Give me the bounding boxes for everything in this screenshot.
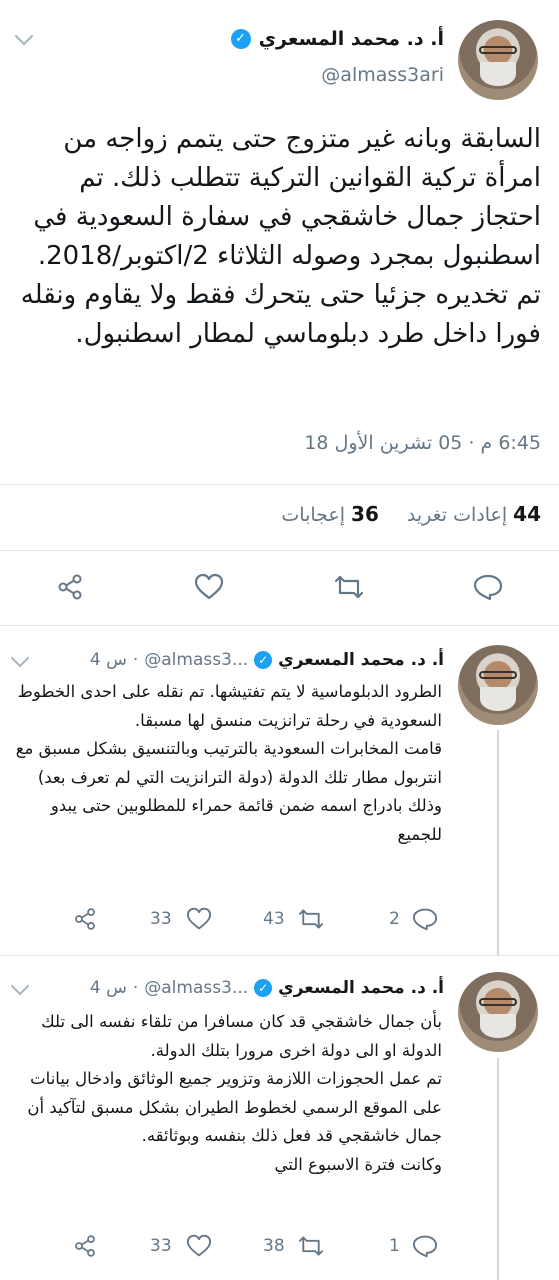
divider [0,550,559,551]
avatar[interactable] [458,20,538,100]
retweets-count[interactable]: 44 [513,502,541,526]
avatar-beard [480,686,516,711]
author-name: أ. د. محمد المسعري [258,28,444,50]
retweet-icon[interactable] [333,573,365,601]
tweet-stats: 44 إعادات تغريد 36 إعجابات [281,502,541,526]
like-icon[interactable] [186,1234,212,1258]
author-name: أ. د. محمد المسعري [278,978,444,998]
reply-count: 2 [389,909,400,929]
separator-dot: · [132,978,139,998]
retweet-icon[interactable] [297,1234,325,1258]
verified-icon: ✓ [254,979,273,997]
likes-label[interactable]: إعجابات [281,504,345,526]
verified-icon: ✓ [254,651,273,669]
author-handle[interactable]: @almass3ari [321,64,444,86]
reply-actions: 33 38 1 [0,1232,450,1262]
like-icon[interactable] [194,573,224,601]
retweet-count: 43 [263,909,285,929]
chevron-down-icon[interactable] [10,978,30,1002]
reply-icon[interactable] [412,907,438,931]
tweet-timestamp[interactable]: 6:45 م · 05 تشرين الأول 18 [304,432,541,454]
avatar[interactable] [458,972,538,1052]
author-handle: @almass3... [144,978,249,998]
author-name: أ. د. محمد المسعري [278,650,444,670]
main-author[interactable]: ✓ أ. د. محمد المسعري [230,28,444,50]
reply-time: 4 س [89,650,127,670]
chevron-down-icon[interactable] [14,28,34,52]
retweet-count: 38 [263,1236,285,1256]
avatar-beard [480,1013,516,1038]
retweet-icon[interactable] [297,907,325,931]
reply-header[interactable]: أ. د. محمد المسعري ✓ @almass3... · 4 س [90,650,444,670]
share-icon[interactable] [73,907,97,931]
chevron-down-icon[interactable] [10,650,30,674]
avatar-glasses [478,46,518,55]
verified-icon: ✓ [230,29,251,49]
like-count: 33 [150,909,172,929]
divider [0,625,559,626]
tweet-text: السابقة وبانه غير متزوج حتى يتمم زواجه م… [20,124,541,349]
author-handle: @almass3... [144,650,249,670]
thread-line [497,730,499,955]
share-icon[interactable] [56,573,84,601]
avatar[interactable] [458,645,538,725]
reply-text: بأن جمال خاشقجي قد كان مسافرا من تلقاء ن… [27,1012,442,1174]
reply-header[interactable]: أ. د. محمد المسعري ✓ @almass3... · 4 س [90,978,444,998]
reply-actions: 33 43 2 [0,905,450,935]
reply-count: 1 [389,1236,400,1256]
reply-icon[interactable] [473,573,503,601]
like-count: 33 [150,1236,172,1256]
share-icon[interactable] [73,1234,97,1258]
like-icon[interactable] [186,907,212,931]
divider [0,484,559,485]
reply-icon[interactable] [412,1234,438,1258]
divider [0,955,559,956]
retweets-label[interactable]: إعادات تغريد [407,504,507,526]
separator-dot: · [132,650,139,670]
reply-time: 4 س [89,978,127,998]
likes-count[interactable]: 36 [351,502,379,526]
thread-line [497,1058,499,1280]
avatar-glasses [478,998,518,1007]
avatar-beard [480,61,516,86]
reply-text: الطرود الدبلوماسية لا يتم تفتيشها. تم نق… [15,682,442,844]
avatar-glasses [478,671,518,680]
